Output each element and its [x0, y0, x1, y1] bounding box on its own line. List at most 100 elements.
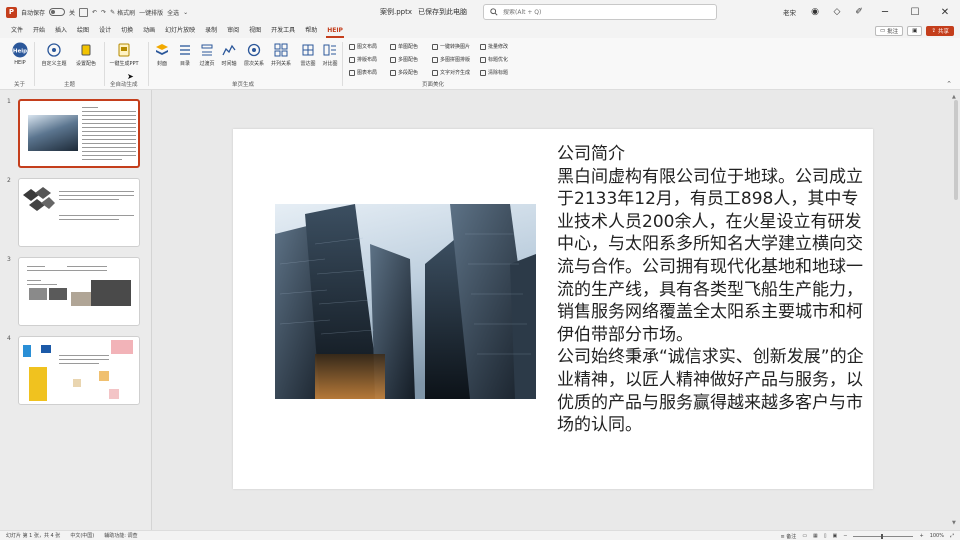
check-single-color[interactable]: 单图配色: [390, 43, 418, 50]
parallel-button[interactable]: 并列关系: [267, 42, 295, 67]
minimize-button[interactable]: ─: [870, 0, 900, 24]
tab-view[interactable]: 视图: [244, 24, 266, 38]
account-button[interactable]: ◉: [804, 0, 826, 24]
one-click-typeset-button[interactable]: 一键排版: [139, 8, 163, 17]
vertical-scrollbar[interactable]: ▲ ▼: [952, 94, 960, 526]
reading-view-button[interactable]: ▯: [824, 533, 827, 539]
hierarchy-button[interactable]: 层次关系: [240, 42, 268, 67]
slide-text-box[interactable]: 公司简介 黑白间虚构有限公司位于地球。公司成立于2133年12月，有员工898人…: [557, 143, 873, 437]
search-box[interactable]: [483, 4, 717, 20]
check-multi-image-color[interactable]: 多图配色: [390, 56, 418, 63]
book-icon: ▯: [823, 533, 827, 539]
comments-button[interactable]: ▭ 批注: [874, 26, 904, 36]
thumbnail-image: [28, 115, 78, 151]
tab-review[interactable]: 审阅: [222, 24, 244, 38]
check-label: 清除标题: [488, 70, 509, 76]
grid-view-icon: ▦: [813, 533, 818, 539]
save-button[interactable]: [79, 7, 89, 17]
one-click-ppt-button[interactable]: 一键生成PPT: [109, 42, 139, 67]
slide-thumbnail-2[interactable]: [18, 178, 140, 247]
language-status[interactable]: 中文(中国): [70, 532, 94, 539]
check-convert-image[interactable]: 一键转换图片: [432, 43, 470, 50]
sorter-view-button[interactable]: ▦: [813, 533, 818, 539]
check-text-align[interactable]: 文字对齐生成: [432, 69, 470, 76]
skyscraper-image[interactable]: [275, 204, 536, 399]
powerpoint-logo-icon: P: [6, 6, 17, 18]
notes-button[interactable]: ≡ 备注: [781, 533, 797, 540]
zoom-in-button[interactable]: +: [919, 533, 923, 539]
file-save-status[interactable]: 已保存到此电脑: [418, 7, 467, 17]
undo-button[interactable]: ↶: [92, 9, 97, 16]
tab-heip[interactable]: HEIP: [322, 24, 348, 38]
tab-insert[interactable]: 插入: [50, 24, 72, 38]
compare-button[interactable]: 对比图: [316, 42, 344, 67]
tab-transitions[interactable]: 切换: [116, 24, 138, 38]
select-all-button[interactable]: 全选: [167, 8, 179, 17]
check-label: 多段配色: [398, 70, 419, 76]
check-label: 批量修改: [488, 44, 509, 50]
set-color-label: 设置配色: [75, 61, 96, 67]
slide-editor[interactable]: 公司简介 黑白间虚构有限公司位于地球。公司成立于2133年12月，有员工898人…: [152, 90, 960, 530]
tab-home[interactable]: 开始: [28, 24, 50, 38]
slide-thumbnail-3[interactable]: [18, 257, 140, 326]
accessibility-status[interactable]: 辅助功能: 调查: [104, 532, 137, 539]
tab-design[interactable]: 设计: [94, 24, 116, 38]
user-name[interactable]: 老宋: [783, 7, 796, 17]
tab-help[interactable]: 帮助: [300, 24, 322, 38]
present-button[interactable]: ▣: [907, 26, 923, 36]
slideshow-view-button[interactable]: ▣: [833, 533, 838, 539]
current-slide[interactable]: 公司简介 黑白间虚构有限公司位于地球。公司成立于2133年12月，有员工898人…: [233, 129, 873, 489]
check-label: 标题优化: [488, 57, 509, 63]
select-all-label: 全选: [167, 9, 180, 17]
tab-record[interactable]: 录制: [200, 24, 222, 38]
tab-slideshow[interactable]: 幻灯片放映: [160, 24, 200, 38]
check-chart-layout[interactable]: 图表布局: [349, 69, 377, 76]
maximize-button[interactable]: ☐: [900, 0, 930, 24]
check-label: 多图配色: [398, 57, 419, 63]
share-button[interactable]: ⇪ 共享: [926, 26, 954, 36]
check-label: 多图拼图排版: [440, 57, 471, 63]
zoom-level[interactable]: 100%: [930, 533, 944, 539]
chevron-up-icon: ⌃: [946, 80, 952, 88]
thumbnail-image: [71, 292, 91, 306]
check-image-layout[interactable]: 图文布局: [349, 43, 377, 50]
set-color-button[interactable]: 设置配色: [72, 42, 100, 67]
zoom-out-button[interactable]: −: [843, 533, 847, 539]
slide-thumbnail-4[interactable]: [18, 336, 140, 405]
tab-developer[interactable]: 开发工具: [266, 24, 300, 38]
qa-more-button[interactable]: ⌄: [183, 9, 188, 16]
scrollbar-thumb[interactable]: [954, 100, 958, 200]
format-brush-button[interactable]: ✎ 格式刷: [110, 8, 135, 17]
check-multi-segment-color[interactable]: 多段配色: [390, 69, 418, 76]
check-clear-title[interactable]: 清除标题: [480, 69, 508, 76]
tab-draw[interactable]: 绘图: [72, 24, 94, 38]
thumbnail-image: [109, 389, 119, 399]
normal-view-icon: ▭: [802, 533, 808, 539]
zoom-slider[interactable]: [853, 533, 914, 539]
redo-button[interactable]: ↷: [101, 9, 106, 16]
timeline-button[interactable]: 时间轴: [215, 42, 243, 67]
search-input[interactable]: [503, 8, 703, 16]
check-batch-modify[interactable]: 批量修改: [480, 43, 508, 50]
fit-to-window-button[interactable]: ⤢: [950, 533, 954, 539]
comments-label: 批注: [887, 29, 899, 35]
close-button[interactable]: ✕: [930, 0, 960, 24]
pen-button[interactable]: ✐: [848, 0, 870, 24]
chevron-down-icon: ⌄: [183, 8, 189, 16]
autosave-toggle[interactable]: [49, 8, 66, 16]
notes-icon: ≡: [780, 533, 785, 540]
heip-button[interactable]: Heip HEIP: [6, 42, 34, 66]
slide-thumbnail-1[interactable]: [18, 99, 140, 168]
premium-button[interactable]: ◇: [826, 0, 848, 24]
normal-view-button[interactable]: ▭: [802, 533, 807, 539]
collapse-ribbon-button[interactable]: ⌃: [946, 80, 952, 88]
check-title-optimize[interactable]: 标题优化: [480, 56, 508, 63]
scroll-down-icon[interactable]: ▼: [952, 520, 956, 526]
check-collage[interactable]: 多图拼图排版: [432, 56, 470, 63]
custom-theme-button[interactable]: 自定义主题: [40, 42, 68, 67]
tab-animations[interactable]: 动画: [138, 24, 160, 38]
check-typeset-layout[interactable]: 排版布局: [349, 56, 377, 63]
minimize-icon: ─: [881, 6, 889, 18]
close-icon: ✕: [940, 6, 950, 18]
tab-file[interactable]: 文件: [6, 24, 28, 38]
